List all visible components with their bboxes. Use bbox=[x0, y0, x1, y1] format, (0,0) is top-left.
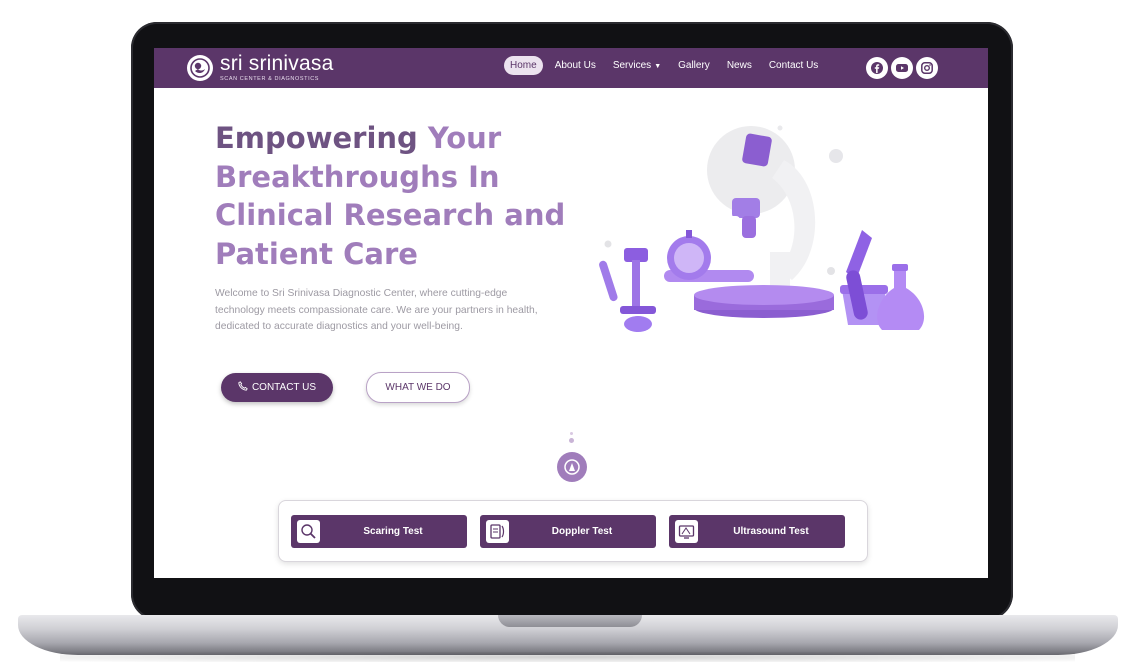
hero-description: Welcome to Sri Srinivasa Diagnostic Cent… bbox=[215, 288, 538, 332]
scroll-indicator-dot bbox=[570, 432, 573, 435]
nav-gallery[interactable]: Gallery bbox=[673, 56, 715, 75]
hero-title: Empowering Your Breakthroughs In Clinica… bbox=[215, 119, 595, 273]
nav-news[interactable]: News bbox=[722, 56, 757, 75]
youtube-icon[interactable] bbox=[891, 57, 913, 79]
nav-about-us[interactable]: About Us bbox=[550, 56, 601, 75]
lab-equipment-illustration bbox=[599, 125, 925, 332]
flask-icon[interactable] bbox=[557, 452, 587, 482]
brand-tagline: SCAN CENTER & DIAGNOSTICS bbox=[220, 76, 320, 82]
test-card-label: Ultrasound Test bbox=[733, 526, 809, 537]
scroll-indicator-dot bbox=[569, 438, 574, 443]
test-card-ultrasound[interactable]: Ultrasound Test bbox=[669, 515, 845, 548]
test-card-label: Scaring Test bbox=[363, 526, 423, 537]
nav-home[interactable]: Home bbox=[504, 56, 543, 75]
tests-panel: Scaring Test Doppler Test Ultrasound Tes… bbox=[278, 500, 868, 562]
nav-services[interactable]: Services ▼ bbox=[608, 56, 666, 75]
test-card-scaring[interactable]: Scaring Test bbox=[291, 515, 467, 548]
contact-us-button[interactable]: CONTACT US bbox=[221, 373, 333, 402]
instagram-icon[interactable] bbox=[916, 57, 938, 79]
main-menu: Home About Us Services ▼ Gallery News Con… bbox=[504, 56, 823, 75]
what-we-do-button[interactable]: WHAT WE DO bbox=[366, 372, 470, 403]
social-links bbox=[866, 57, 938, 79]
facebook-icon[interactable] bbox=[866, 57, 888, 79]
phone-icon bbox=[238, 381, 248, 394]
contact-us-label: CONTACT US bbox=[251, 382, 317, 393]
hero-title-emphasis: Empowering bbox=[215, 121, 418, 155]
chevron-down-icon: ▼ bbox=[654, 63, 662, 70]
scan-magnifier-icon bbox=[297, 520, 320, 543]
baby-scan-logo-icon[interactable] bbox=[187, 55, 213, 81]
nav-services-label: Services bbox=[612, 60, 652, 71]
laptop-screen: sri srinivasa SCAN CENTER & DIAGNOSTICS … bbox=[154, 48, 988, 578]
laptop-shadow bbox=[60, 652, 1075, 662]
laptop-notch bbox=[498, 615, 642, 627]
test-card-label: Doppler Test bbox=[551, 526, 613, 537]
navbar: sri srinivasa SCAN CENTER & DIAGNOSTICS … bbox=[154, 48, 988, 88]
nav-contact-us[interactable]: Contact Us bbox=[764, 56, 823, 75]
test-card-doppler[interactable]: Doppler Test bbox=[480, 515, 656, 548]
brand-name[interactable]: sri srinivasa bbox=[220, 52, 333, 76]
ultrasound-monitor-icon bbox=[675, 520, 698, 543]
doppler-device-icon bbox=[486, 520, 509, 543]
